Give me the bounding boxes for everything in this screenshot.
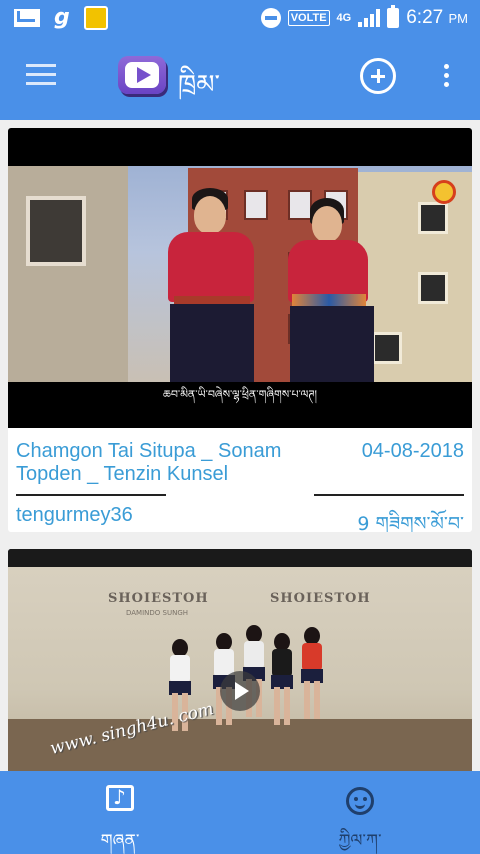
divider xyxy=(314,494,464,496)
music-note-icon xyxy=(106,785,134,811)
dancer-figure xyxy=(160,639,200,759)
channel-name[interactable]: tengurmey36 xyxy=(16,504,133,527)
nav-item-label: ཀྱིལ་ཀ་ xyxy=(338,831,382,851)
app-title: ཁྲིམ་ xyxy=(178,70,220,100)
battery-icon xyxy=(387,5,400,28)
video-card[interactable]: SHOIESTOH DAMINDO SUNGH SHOIESTOH www. s… xyxy=(8,549,472,789)
nav-item-label: གཞན་ xyxy=(100,831,140,851)
play-logo-icon xyxy=(118,56,166,96)
video-thumbnail[interactable]: ཆབ་མིན་ཡི་བཞེས་ལྷ་ཕྲིན་གཞིགས་པ་ལཊ། xyxy=(8,128,472,428)
video-date: 04-08-2018 xyxy=(361,440,464,462)
nav-item-face[interactable]: ཀྱིལ་ཀ་ xyxy=(240,771,480,854)
dancer-figure xyxy=(292,627,332,757)
do-not-disturb-icon xyxy=(260,8,281,28)
smiley-face-icon xyxy=(346,787,374,815)
studio-brand-text: SHOIESTOH xyxy=(108,591,209,606)
g-app-icon: g xyxy=(54,5,70,30)
nav-item-music[interactable]: གཞན་ xyxy=(0,771,240,854)
gmail-icon xyxy=(14,9,43,27)
more-vertical-icon[interactable] xyxy=(440,64,452,90)
add-circle-icon[interactable] xyxy=(360,58,396,94)
status-clock: 6:27 PM xyxy=(406,7,468,28)
video-card[interactable]: ཆབ་མིན་ཡི་བཞེས་ལྷ་ཕྲིན་གཞིགས་པ་ལཊ། Chamg… xyxy=(8,128,472,532)
video-title[interactable]: Chamgon Tai Situpa _ Sonam Topden _ Tenz… xyxy=(16,440,306,486)
channel-logo-icon xyxy=(432,180,456,204)
hamburger-menu-icon[interactable] xyxy=(26,64,56,88)
video-thumbnail[interactable]: SHOIESTOH DAMINDO SUNGH SHOIESTOH www. s… xyxy=(8,549,472,789)
app-toolbar: ཁྲིམ་ xyxy=(0,36,480,120)
singer-figure xyxy=(272,198,392,382)
volte-icon: VOLTE xyxy=(287,10,330,26)
play-icon[interactable] xyxy=(220,671,260,711)
view-count: 9 གཟིགས་མོ་བ་ xyxy=(357,513,464,532)
4g-icon: 4G xyxy=(336,11,352,24)
signal-icon xyxy=(358,9,381,27)
divider xyxy=(16,494,166,496)
cleaner-icon xyxy=(83,6,108,30)
singer-figure xyxy=(138,188,268,382)
studio-brand-subtext: DAMINDO SUNGH xyxy=(126,609,189,617)
studio-brand-text: SHOIESTOH xyxy=(270,591,371,606)
status-bar: g VOLTE 4G 6:27 PM xyxy=(0,0,480,36)
bottom-navigation: གཞན་ ཀྱིལ་ཀ་ xyxy=(0,771,480,854)
video-subtitle: ཆབ་མིན་ཡི་བཞེས་ལྷ་ཕྲིན་གཞིགས་པ་ལཊ། xyxy=(163,388,317,401)
